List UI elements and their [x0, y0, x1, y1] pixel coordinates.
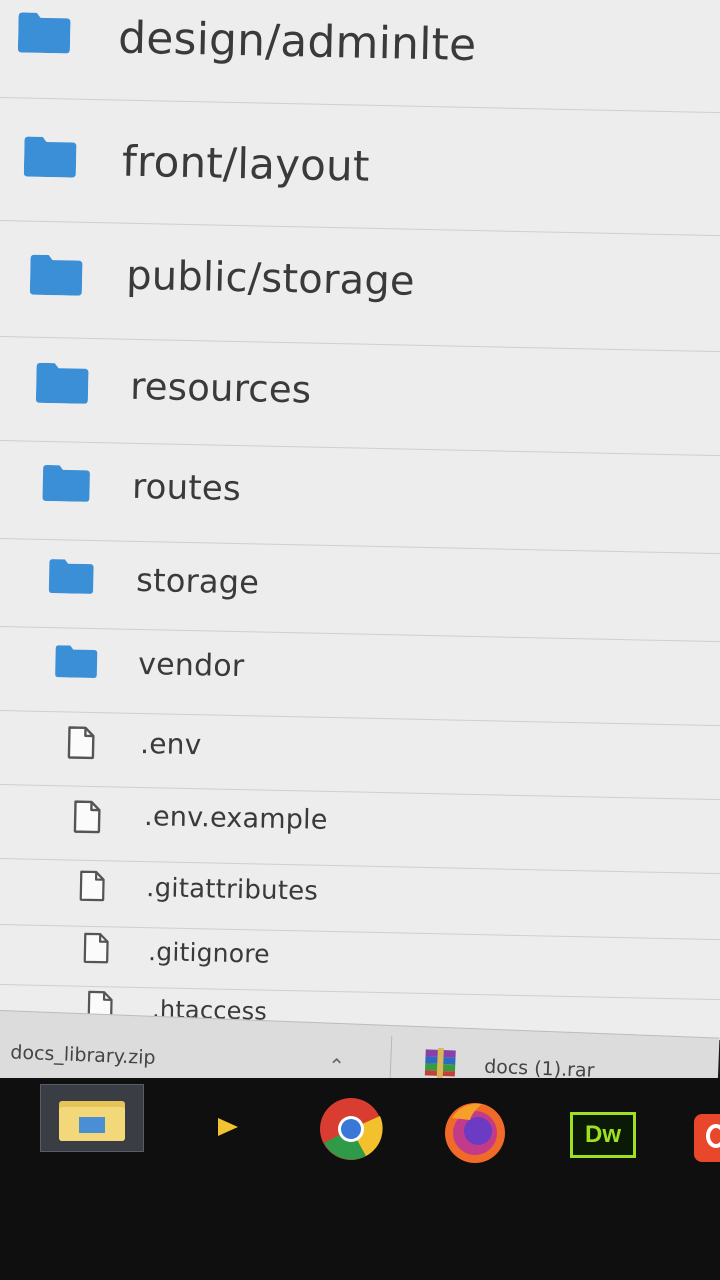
file-icon [79, 870, 105, 902]
list-item[interactable]: public/storage [0, 224, 720, 353]
file-list: design/adminlte front/layout public/stor… [0, 0, 720, 1040]
dreamweaver-label: Dw [585, 1121, 621, 1148]
dreamweaver-icon[interactable]: Dw [570, 1112, 636, 1158]
chrome-icon[interactable] [318, 1096, 384, 1162]
file-explorer-icon [59, 1101, 125, 1141]
folder-icon [17, 12, 71, 54]
file-name: .gitignore [147, 937, 271, 969]
winrar-icon [424, 1047, 456, 1079]
file-name: front/layout [121, 136, 371, 191]
folder-icon [55, 645, 98, 679]
app-red-glyph [706, 1124, 720, 1148]
folder-icon [48, 559, 94, 594]
file-icon [83, 932, 109, 964]
chevron-up-icon[interactable]: ⌃ [328, 1054, 346, 1079]
file-name: .env [139, 726, 202, 762]
file-name: resources [129, 364, 312, 412]
file-name: design/adminlte [117, 12, 477, 72]
app-red-icon[interactable] [694, 1114, 720, 1162]
download-item[interactable]: docs_library.zip [10, 1041, 156, 1069]
taskbar-file-explorer[interactable] [40, 1084, 144, 1152]
list-item[interactable]: design/adminlte [0, 0, 720, 114]
file-name: .gitattributes [145, 873, 319, 907]
folder-icon [35, 362, 89, 404]
file-icon [67, 726, 95, 760]
folder-icon [29, 254, 83, 296]
list-item[interactable]: storage [0, 540, 720, 643]
list-item[interactable]: routes [0, 442, 720, 555]
file-name: storage [135, 560, 260, 602]
download-filename: docs_library.zip [9, 1041, 157, 1069]
file-icon [73, 800, 101, 834]
list-item[interactable]: front/layout [0, 100, 720, 237]
file-name: routes [131, 466, 242, 510]
file-name: public/storage [125, 252, 416, 305]
taskbar: Dw [0, 1078, 720, 1280]
firefox-icon[interactable] [442, 1098, 508, 1164]
folder-icon [42, 465, 90, 502]
file-name: vendor [137, 646, 245, 685]
media-player-icon[interactable] [216, 1116, 240, 1138]
folder-icon [23, 136, 77, 178]
file-name: .env.example [143, 801, 328, 836]
list-item[interactable]: resources [0, 340, 720, 457]
